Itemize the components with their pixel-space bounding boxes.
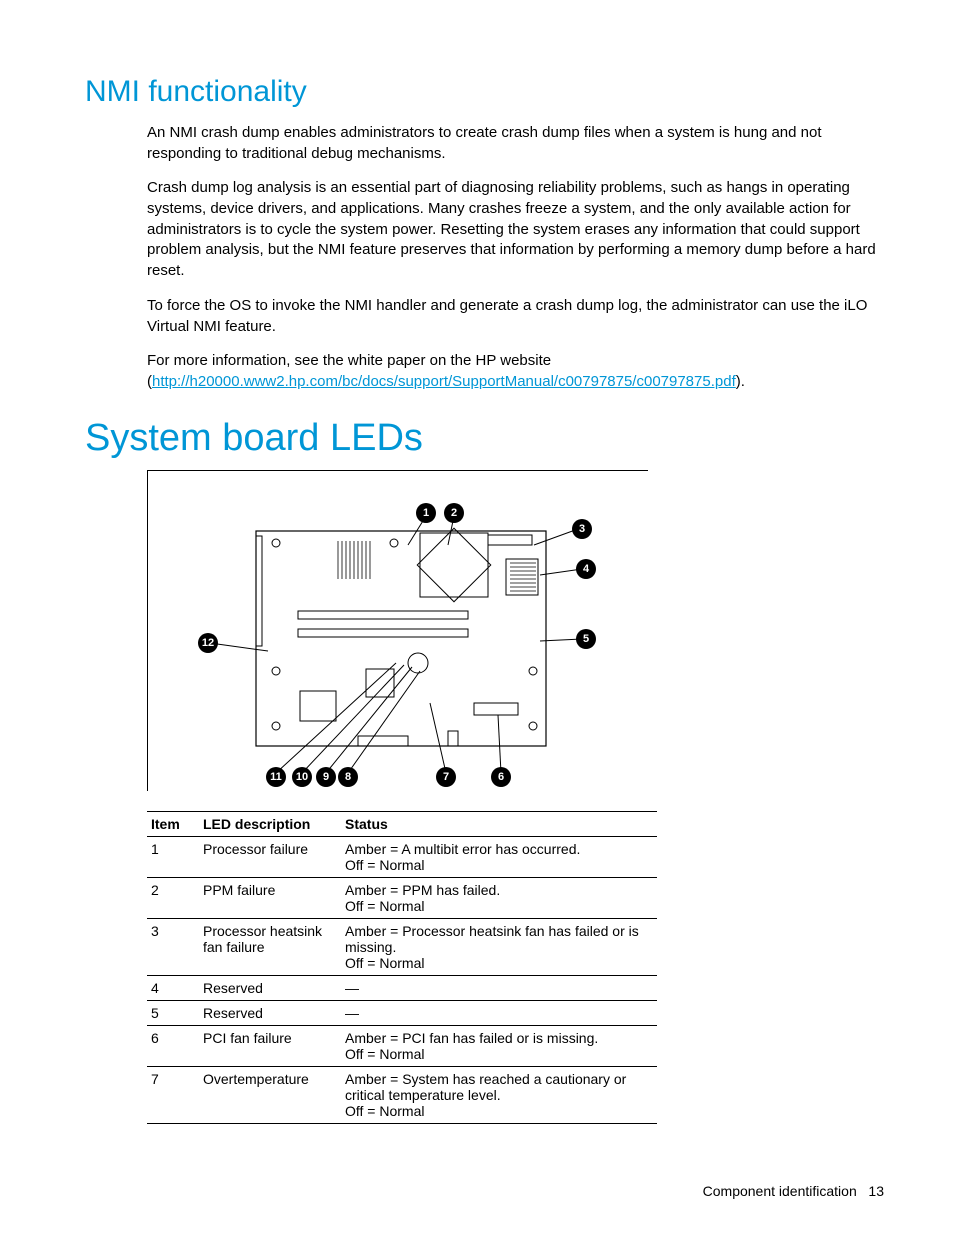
table-row: 6PCI fan failureAmber = PCI fan has fail… <box>147 1025 657 1066</box>
para-nmi-2: Crash dump log analysis is an essential … <box>147 178 884 281</box>
cell-status: — <box>341 975 657 1000</box>
cell-item: 4 <box>147 975 199 1000</box>
cell-status: Amber = Processor heatsink fan has faile… <box>341 918 657 975</box>
cell-desc: PPM failure <box>199 877 341 918</box>
callout-4: 4 <box>576 559 596 579</box>
cell-desc: Reserved <box>199 1000 341 1025</box>
cell-item: 3 <box>147 918 199 975</box>
th-desc: LED description <box>199 811 341 836</box>
cell-item: 6 <box>147 1025 199 1066</box>
document-page: NMI functionality An NMI crash dump enab… <box>0 0 954 1235</box>
cell-desc: Overtemperature <box>199 1066 341 1123</box>
callout-7: 7 <box>436 767 456 787</box>
callout-8: 8 <box>338 767 358 787</box>
callout-3: 3 <box>572 519 592 539</box>
table-row: 7OvertemperatureAmber = System has reach… <box>147 1066 657 1123</box>
table-row: 4Reserved— <box>147 975 657 1000</box>
diagram-system-board: 1 2 3 4 5 6 7 8 9 10 11 12 <box>147 470 648 791</box>
callout-6: 6 <box>491 767 511 787</box>
table-header-row: Item LED description Status <box>147 811 657 836</box>
para-nmi-4b: ). <box>736 373 745 390</box>
callout-2: 2 <box>444 503 464 523</box>
cell-status: Amber = A multibit error has occurred.Of… <box>341 836 657 877</box>
cell-status: — <box>341 1000 657 1025</box>
table-row: 1Processor failureAmber = A multibit err… <box>147 836 657 877</box>
callout-1: 1 <box>416 503 436 523</box>
cell-item: 7 <box>147 1066 199 1123</box>
cell-desc: Processor failure <box>199 836 341 877</box>
table-row: 5Reserved— <box>147 1000 657 1025</box>
para-nmi-4: For more information, see the white pape… <box>147 351 884 392</box>
th-status: Status <box>341 811 657 836</box>
cell-desc: Reserved <box>199 975 341 1000</box>
callout-11: 11 <box>266 767 286 787</box>
cell-item: 5 <box>147 1000 199 1025</box>
cell-status: Amber = PPM has failed.Off = Normal <box>341 877 657 918</box>
para-nmi-1: An NMI crash dump enables administrators… <box>147 123 884 164</box>
callout-9: 9 <box>316 767 336 787</box>
table-led: Item LED description Status 1Processor f… <box>147 811 657 1124</box>
footer-section: Component identification <box>703 1183 857 1199</box>
board-illustration <box>148 471 648 791</box>
cell-item: 2 <box>147 877 199 918</box>
cell-status: Amber = PCI fan has failed or is missing… <box>341 1025 657 1066</box>
cell-desc: Processor heatsink fan failure <box>199 918 341 975</box>
para-nmi-3: To force the OS to invoke the NMI handle… <box>147 296 884 337</box>
link-hp-whitepaper[interactable]: http://h20000.www2.hp.com/bc/docs/suppor… <box>152 373 736 390</box>
heading-nmi: NMI functionality <box>85 75 884 109</box>
th-item: Item <box>147 811 199 836</box>
footer: Component identification 13 <box>703 1183 884 1199</box>
table-row: 2PPM failureAmber = PPM has failed.Off =… <box>147 877 657 918</box>
table-row: 3Processor heatsink fan failureAmber = P… <box>147 918 657 975</box>
callout-5: 5 <box>576 629 596 649</box>
callout-12: 12 <box>198 633 218 653</box>
cell-desc: PCI fan failure <box>199 1025 341 1066</box>
footer-page: 13 <box>868 1183 884 1199</box>
callout-10: 10 <box>292 767 312 787</box>
cell-status: Amber = System has reached a cautionary … <box>341 1066 657 1123</box>
cell-item: 1 <box>147 836 199 877</box>
heading-system-board-leds: System board LEDs <box>85 417 884 460</box>
